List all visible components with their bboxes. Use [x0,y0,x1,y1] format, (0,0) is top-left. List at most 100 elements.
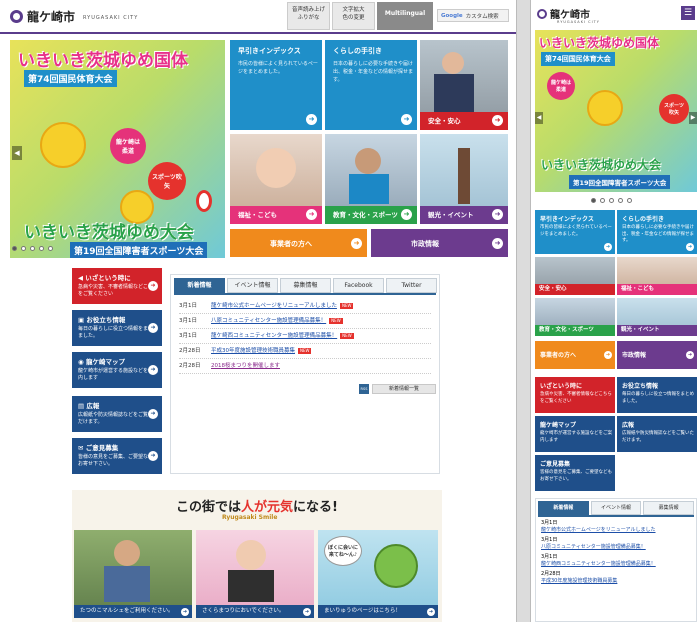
mobile-hero-next-arrow[interactable]: ▶ [689,112,697,124]
tourism-tile[interactable]: 観光・イベント ➜ [420,134,508,224]
tab-facebook[interactable]: Facebook [333,278,384,293]
mobile-emergency-link[interactable]: いざという時に 急病や災害、不審者情報などこちらをご覧ください [535,377,615,413]
hero-dot-1[interactable] [12,246,17,251]
mobile-hero-pagination[interactable] [591,198,632,203]
news-title[interactable]: 八原コミュニティセンター施設管理備品募集！ [211,314,326,328]
mobile-hero-dot[interactable] [609,198,614,203]
news-date: 3月1日 [541,520,558,526]
tab-events[interactable]: イベント情報 [227,278,278,293]
mobile-safety-tile[interactable]: 安全・安心 [535,257,615,295]
multilingual-button[interactable]: Multilingual [377,2,433,30]
opinion-link[interactable]: ✉ ご意見募集 皆様の意見をご募集、ご要望などもお寄せ下さい。 ➜ [72,438,162,474]
hero-badge-bottom: 第19回全国障害者スポーツ大会 [70,242,208,258]
mobile-quick-index-tile[interactable]: 早引きインデックス 市民の皆様によく見られているページをまとめました。 ➜ [535,210,615,254]
mobile-opinion-link[interactable]: ご意見募集 皆様の意見をご募集、ご要望などもお寄せ下さい。 [535,455,615,491]
useful-info-link[interactable]: ▣ お役立ち情報 毎日の暮らしに役立つ情報をまとめました。 ➜ [72,310,162,346]
hero-dot-5[interactable] [48,246,53,251]
mobile-hero-dot[interactable] [627,198,632,203]
arrow-right-icon: ➜ [604,351,612,359]
text-size-button[interactable]: 文字拡大 色の変更 [332,2,375,30]
business-tile[interactable]: 事業者の方へ ➜ [230,229,367,257]
quick-index-title: 早引きインデックス [238,47,301,55]
mobile-news-item[interactable]: 3月1日 龍ケ崎市公式ホームページをリニューアルしました [541,520,691,534]
mobile-living-guide-tile[interactable]: くらしの手引き 日本の暮らしに必要な手続きや届け出、税金・年金などの情報が探せま… [617,210,697,254]
sakura-card[interactable]: さくらまつりにおいでください。 ➜ [196,530,314,618]
mobile-hero-badge-bottom: 第19回全国障害者スポーツ大会 [569,175,671,189]
quick-index-tile[interactable]: 早引きインデックス 市民の皆様によく見られているページをまとめました。 ➜ [230,40,322,130]
tab-recruitment[interactable]: 募集情報 [280,278,331,293]
search-input[interactable]: Google カスタム検索 [437,9,509,22]
news-item[interactable]: 3月1日 八原コミュニティセンター施設管理備品募集！ NEW [179,314,431,329]
mobile-hero-prev-arrow[interactable]: ◀ [535,112,543,124]
news-title[interactable]: 龍ケ崎市公式ホームページをリニューアルしました [211,299,337,313]
mobile-education-tile[interactable]: 教育・文化・スポーツ [535,298,615,336]
welfare-tile[interactable]: 福祉・こども ➜ [230,134,322,224]
mobile-tourism-tile[interactable]: 観光・イベント [617,298,697,336]
mobile-emergency-title: いざという時に [540,383,583,390]
mobile-tab-recruitment[interactable]: 募集情報 [643,501,695,515]
news-item[interactable]: 3月1日 龍ケ崎西コミュニティセンター施設管理備品募集！ NEW [179,329,431,344]
arrow-right-icon: ➜ [401,209,412,220]
tab-new-info[interactable]: 新着情報 [174,278,225,293]
city-info-tile[interactable]: 市政情報 ➜ [371,229,508,257]
new-badge: NEW [339,303,354,309]
mobile-news-item[interactable]: 3月1日 八原コミュニティセンター施設管理備品募集！ [541,537,691,551]
read-aloud-button[interactable]: 音声読み上げ ふりがな [287,2,330,30]
news-date: 2月28日 [179,363,201,369]
mobile-hero-dot[interactable] [591,198,596,203]
living-guide-tile[interactable]: くらしの手引き 日本の暮らしに必要な手続きや届け出、税金・年金などの情報が探せま… [325,40,417,130]
hero-title-bottom: いきいき茨城ゆめ大会 [24,223,194,243]
site-name: 龍ケ崎市 [27,10,76,24]
news-title[interactable]: 平成30年度施設管理技術職員募集 [211,344,295,358]
mairyu-card[interactable]: ぼくに会いに来てね～ん♪ まいりゅうのページはこちら！ ➜ [318,530,438,618]
news-title[interactable]: 八原コミュニティセンター施設管理備品募集！ [541,544,691,551]
smile-subtitle: Ryugasaki Smile [222,514,278,521]
tab-twitter[interactable]: Twitter [386,278,437,293]
mobile-city-map-link[interactable]: 龍ケ崎マップ 龍ケ崎市が運営する施設などをご案内します [535,416,615,452]
news-title[interactable]: 龍ケ崎西コミュニティセンター施設管理備品募集！ [541,561,691,568]
site-logo[interactable]: 龍ケ崎市 RYUGASAKI CITY [10,8,138,25]
hero-dot-2[interactable] [21,246,26,251]
hero-dot-4[interactable] [39,246,44,251]
news-item[interactable]: 2月28日 2018桜まつりを開催します [179,359,431,374]
marche-card[interactable]: たつのこマルシェをご利用ください。 ➜ [74,530,192,618]
hamburger-menu-icon[interactable]: ☰ [681,6,695,20]
mobile-hero-banner[interactable]: いきいき茨城ゆめ国体 第74回国民体育大会 龍ケ崎は柔道 スポーツ吹矢 いきいき… [535,30,697,192]
news-item[interactable]: 3月1日 龍ケ崎市公式ホームページをリニューアルしました NEW [179,299,431,314]
news-title[interactable]: 平成30年度施設管理技術職員募集 [541,578,691,585]
mobile-useful-info-link[interactable]: お役立ち情報 毎日の暮らしに役立つ情報をまとめました。 [617,377,697,413]
mobile-tab-events[interactable]: イベント情報 [590,501,642,515]
news-item[interactable]: 2月28日 平成30年度施設管理技術職員募集 NEW [179,344,431,359]
mobile-business-tile[interactable]: 事業者の方へ ➜ [535,341,615,369]
mobile-logo[interactable]: 龍ケ崎市 [537,6,590,21]
public-relations-link[interactable]: ▤ 広報 広報紙や防災情報誌などをご覧いただけます。 ➜ [72,396,162,432]
hero-banner[interactable]: いきいき茨城ゆめ国体 第74回国民体育大会 龍ケ崎は柔道 スポーツ吹矢 いきいき… [10,40,225,258]
arrow-right-icon: ➜ [148,409,158,419]
hero-dot-3[interactable] [30,246,35,251]
mobile-welfare-tile[interactable]: 福祉・こども [617,257,697,295]
emergency-link[interactable]: ◀ いざという時に 急病や災害、不審者情報などこちらをご覧ください ➜ [72,268,162,304]
mobile-news-item[interactable]: 2月28日 平成30年度施設管理技術職員募集 [541,571,691,585]
safety-tile[interactable]: 安全・安心 ➜ [420,40,508,130]
mobile-public-relations-link[interactable]: 広報 広報紙や防災情報誌などをご覧いただけます。 [617,416,697,452]
hero-prev-arrow[interactable]: ◀ [12,146,22,160]
mobile-hero-dot[interactable] [618,198,623,203]
mobile-public-relations-title: 広報 [622,422,635,429]
mobile-living-guide-desc: 日本の暮らしに必要な手続きや届け出、税金・年金などの情報が探せます。 [622,225,694,243]
news-more-button[interactable]: 新着情報一覧 [372,384,436,394]
mail-icon: ✉ [78,444,86,452]
mobile-hero-title-top: いきいき茨城ゆめ国体 [539,36,660,50]
education-tile[interactable]: 教育・文化・スポーツ ➜ [325,134,417,224]
rss-icon[interactable]: RSS [359,384,369,394]
hero-pagination[interactable] [12,246,53,251]
city-map-link[interactable]: ◉ 龍ケ崎マップ 龍ケ崎市が運営する施設などをご案内します ➜ [72,352,162,388]
news-title[interactable]: 龍ケ崎市公式ホームページをリニューアルしました [541,527,691,534]
news-title[interactable]: 龍ケ崎西コミュニティセンター施設管理備品募集！ [211,329,337,343]
news-title[interactable]: 2018桜まつりを開催します [211,359,280,373]
girl-photo [236,540,266,570]
mobile-hero-dot[interactable] [600,198,605,203]
mobile-news-item[interactable]: 3月1日 龍ケ崎西コミュニティセンター施設管理備品募集！ [541,554,691,568]
mobile-tab-new-info[interactable]: 新着情報 [538,501,589,515]
sakura-caption: さくらまつりにおいでください。 ➜ [196,605,314,618]
mobile-city-info-tile[interactable]: 市政情報 ➜ [617,341,697,369]
